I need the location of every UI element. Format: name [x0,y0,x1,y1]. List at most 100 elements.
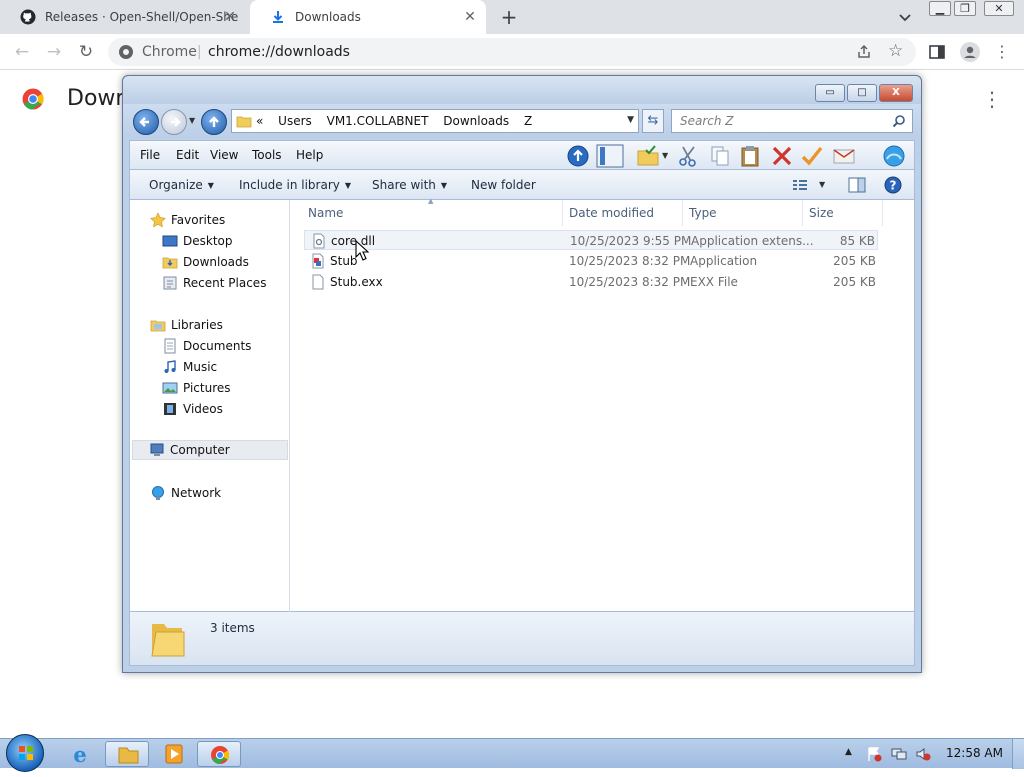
address-bar[interactable]: « Users VM1.COLLABNET Downloads Z ▼ [231,109,639,133]
preview-pane-icon[interactable] [848,177,866,193]
nav-videos[interactable]: Videos [162,399,223,419]
windows-logo-icon [19,746,33,760]
reload-icon[interactable]: ↻ [76,42,96,62]
nav-libraries[interactable]: Libraries [150,315,223,335]
include-in-library-button[interactable]: Include in library ▼ [239,178,351,192]
breadcrumb-overflow[interactable]: « [256,114,263,128]
file-row-stub-exx[interactable]: Stub.exx 10/25/2023 8:32 PM EXX File 205… [304,272,878,292]
breadcrumb-vm1-collabnet[interactable]: VM1.COLLABNET [327,114,429,128]
tray-overflow-icon[interactable]: ▲ [845,747,852,757]
explorer-minimize-button[interactable]: ▭ [815,84,845,102]
share-icon[interactable] [856,44,872,60]
open-shell-icon[interactable] [882,144,906,168]
nav-pictures[interactable]: Pictures [162,378,231,398]
column-type[interactable]: Type [689,206,717,220]
restore-button[interactable]: ❐ [954,1,976,16]
nav-recent-places[interactable]: Recent Places [162,273,266,293]
column-size[interactable]: Size [809,206,834,220]
page-more-icon[interactable]: ⋮ [982,88,1002,110]
close-tab-icon[interactable]: ✕ [462,9,478,25]
side-panel-icon[interactable] [928,43,946,61]
up-one-level-icon[interactable] [566,144,590,168]
cut-scissors-icon[interactable] [676,144,700,168]
start-button[interactable] [6,734,44,772]
nav-computer[interactable]: Computer [132,440,288,460]
profile-avatar-icon[interactable] [960,42,980,62]
file-row-core-dll[interactable]: core.dll 10/25/2023 9:55 PM Application … [304,230,878,250]
up-button[interactable] [201,109,227,135]
tab-search-chevron-icon[interactable] [896,8,914,26]
tab-releases[interactable]: Releases · Open-Shell/Open-She ✕ [0,0,246,34]
new-folder-button[interactable]: New folder [471,178,536,192]
organize-button[interactable]: Organize ▼ [149,178,214,192]
minimize-button[interactable]: ▁ [929,1,951,16]
clock[interactable]: 12:58 AM [946,746,1003,760]
tab-downloads[interactable]: Downloads ✕ [250,0,486,34]
menu-help[interactable]: Help [296,148,323,162]
help-icon[interactable]: ? [884,176,902,194]
forward-arrow-icon [171,117,181,127]
omnibox[interactable]: Chrome | chrome://downloads ☆ [108,38,916,66]
nav-network[interactable]: Network [150,483,221,503]
email-envelope-icon[interactable] [832,144,856,168]
network-tray-icon[interactable] [891,746,907,762]
menu-file[interactable]: File [140,148,160,162]
folder-checkmark-icon[interactable] [636,144,660,168]
recent-places-icon [163,276,177,290]
explorer-close-button[interactable]: X [879,84,913,102]
forward-button[interactable] [161,109,187,135]
views-dropdown-icon[interactable]: ▼ [662,151,668,160]
taskbar-explorer[interactable] [105,741,149,767]
column-name[interactable]: Name [308,206,343,220]
share-with-button[interactable]: Share with ▼ [372,178,447,192]
taskbar-media-player[interactable] [152,741,196,767]
column-separator[interactable] [562,200,563,226]
taskbar-chrome[interactable] [197,741,241,767]
nav-documents[interactable]: Documents [162,336,251,356]
close-window-button[interactable]: ✕ [984,1,1014,16]
music-note-icon [164,360,176,373]
back-button[interactable] [133,109,159,135]
nav-music[interactable]: Music [162,357,217,377]
copy-icon[interactable] [708,144,732,168]
menu-view[interactable]: View [210,148,238,162]
view-options-chevron-icon[interactable]: ▼ [819,180,825,189]
breadcrumb-users[interactable]: Users [278,114,312,128]
back-arrow-icon[interactable]: ← [12,42,32,62]
star-icon [150,212,166,228]
column-separator[interactable] [682,200,683,226]
paste-clipboard-icon[interactable] [738,144,762,168]
forward-arrow-icon[interactable]: → [44,42,64,62]
search-icon[interactable] [892,114,906,128]
toggle-folders-icon[interactable] [596,144,624,168]
action-center-flag-icon[interactable] [866,746,882,762]
view-options-icon[interactable] [792,178,808,192]
volume-muted-icon[interactable] [915,746,931,762]
omnibox-url[interactable]: chrome://downloads [208,44,350,60]
address-dropdown-icon[interactable]: ▼ [627,115,634,125]
taskbar-internet-explorer[interactable]: e [58,741,102,767]
nav-desktop[interactable]: Desktop [162,231,233,251]
properties-check-icon[interactable] [800,144,824,168]
new-tab-button[interactable]: + [499,7,519,27]
nav-favorites[interactable]: Favorites [150,210,225,230]
breadcrumb-z[interactable]: Z [524,114,532,128]
bookmark-star-icon[interactable]: ☆ [888,41,903,61]
chrome-menu-icon[interactable]: ⋮ [992,42,1012,62]
refresh-icon[interactable]: ⇆ [642,109,664,133]
include-chevron-icon: ▼ [344,181,352,190]
explorer-maximize-button[interactable]: □ [847,84,877,102]
show-desktop-button[interactable] [1012,739,1024,769]
column-separator[interactable] [882,200,883,226]
column-date-modified[interactable]: Date modified [569,206,654,220]
nav-downloads[interactable]: Downloads [162,252,249,272]
close-tab-icon[interactable]: ✕ [222,9,238,25]
recent-pages-dropdown-icon[interactable]: ▼ [189,116,195,125]
column-separator[interactable] [802,200,803,226]
menu-tools[interactable]: Tools [252,148,282,162]
delete-x-icon[interactable] [770,144,794,168]
breadcrumb-downloads[interactable]: Downloads [443,114,509,128]
menu-edit[interactable]: Edit [176,148,199,162]
file-row-stub[interactable]: Stub 10/25/2023 8:32 PM Application 205 … [304,251,878,271]
search-input[interactable]: Search Z [671,109,913,133]
